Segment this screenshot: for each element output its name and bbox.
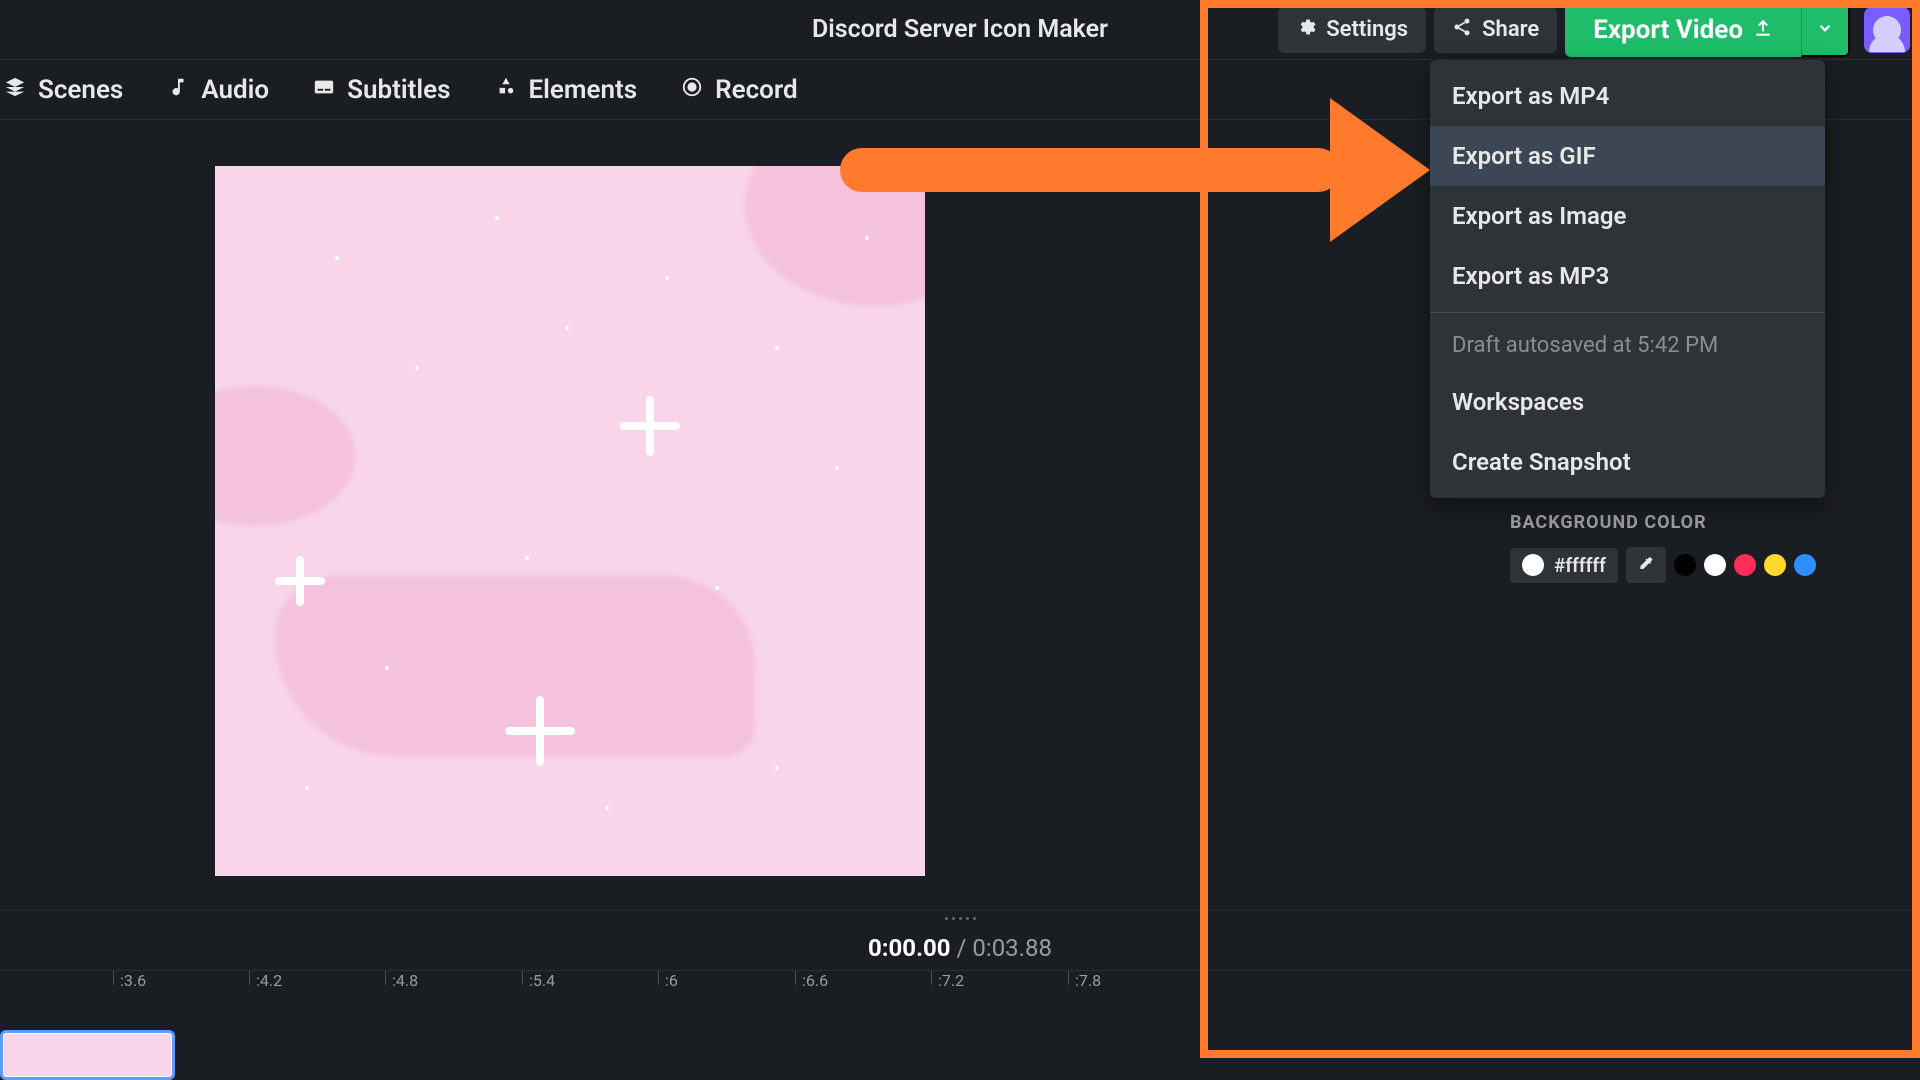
color-hex-value: #ffffff bbox=[1554, 554, 1606, 577]
tab-record-label: Record bbox=[715, 75, 798, 105]
record-icon bbox=[681, 75, 703, 105]
subtitles-icon bbox=[313, 75, 335, 105]
bg-color-controls: #ffffff bbox=[1510, 547, 1860, 583]
current-time: 0:00.00 bbox=[868, 934, 951, 962]
ruler-tick: :7.2 bbox=[931, 971, 964, 985]
export-dropdown-toggle[interactable] bbox=[1801, 3, 1850, 57]
autosave-status: Draft autosaved at 5:42 PM bbox=[1430, 319, 1825, 372]
tab-audio[interactable]: Audio bbox=[167, 75, 269, 105]
avatar-icon bbox=[1873, 16, 1901, 44]
tab-record[interactable]: Record bbox=[681, 75, 798, 105]
user-avatar[interactable] bbox=[1864, 7, 1910, 53]
video-preview[interactable] bbox=[215, 166, 925, 876]
tab-scenes[interactable]: Scenes bbox=[4, 75, 123, 105]
export-icon bbox=[1753, 15, 1773, 45]
eyedropper-button[interactable] bbox=[1626, 547, 1666, 583]
tab-elements-label: Elements bbox=[529, 75, 638, 105]
ruler-tick: :6 bbox=[658, 971, 678, 985]
top-bar: Discord Server Icon Maker Settings Share… bbox=[0, 0, 1920, 60]
color-swatch-red[interactable] bbox=[1734, 554, 1756, 576]
tab-scenes-label: Scenes bbox=[38, 75, 123, 105]
export-video-label: Export Video bbox=[1593, 15, 1743, 45]
current-color-swatch bbox=[1522, 554, 1544, 576]
bg-color-label: BACKGROUND COLOR bbox=[1510, 512, 1860, 533]
tab-elements[interactable]: Elements bbox=[495, 75, 638, 105]
export-mp3-item[interactable]: Export as MP3 bbox=[1430, 246, 1825, 306]
annotation-arrow bbox=[840, 118, 1430, 198]
time-ruler[interactable]: :3.6 :4.2 :4.8 :5.4 :6 :6.6 :7.2 :7.8 bbox=[0, 971, 1920, 1001]
timeline-clip[interactable] bbox=[0, 1030, 175, 1080]
ruler-tick: :4.2 bbox=[249, 971, 282, 985]
share-label: Share bbox=[1482, 17, 1539, 42]
share-icon bbox=[1452, 17, 1472, 43]
export-mp4-item[interactable]: Export as MP4 bbox=[1430, 66, 1825, 126]
tab-subtitles[interactable]: Subtitles bbox=[313, 75, 450, 105]
settings-label: Settings bbox=[1326, 17, 1408, 42]
share-button[interactable]: Share bbox=[1434, 7, 1557, 53]
time-display: 0:00.00 / 0:03.88 bbox=[0, 926, 1920, 971]
shapes-icon bbox=[495, 75, 517, 105]
top-right-controls: Settings Share Export Video bbox=[1278, 3, 1910, 57]
ruler-tick: :7.8 bbox=[1068, 971, 1101, 985]
ruler-tick: :4.8 bbox=[385, 971, 418, 985]
workspaces-item[interactable]: Workspaces bbox=[1430, 372, 1825, 432]
color-swatch-yellow[interactable] bbox=[1764, 554, 1786, 576]
export-dropdown-menu: Export as MP4 Export as GIF Export as Im… bbox=[1430, 60, 1825, 498]
timeline-panel: 0:00.00 / 0:03.88 :3.6 :4.2 :4.8 :5.4 :6… bbox=[0, 910, 1920, 1080]
export-video-button[interactable]: Export Video bbox=[1565, 3, 1801, 57]
color-input[interactable]: #ffffff bbox=[1510, 548, 1618, 583]
export-gif-item[interactable]: Export as GIF bbox=[1430, 126, 1825, 186]
time-separator: / bbox=[951, 934, 973, 962]
gear-icon bbox=[1296, 17, 1316, 43]
ruler-tick: :5.4 bbox=[522, 971, 555, 985]
dropdown-divider bbox=[1430, 312, 1825, 313]
color-swatch-white[interactable] bbox=[1704, 554, 1726, 576]
ruler-tick: :3.6 bbox=[113, 971, 146, 985]
tab-subtitles-label: Subtitles bbox=[347, 75, 450, 105]
export-image-item[interactable]: Export as Image bbox=[1430, 186, 1825, 246]
layers-icon bbox=[4, 75, 26, 105]
ruler-tick: :6.6 bbox=[795, 971, 828, 985]
eyedropper-icon bbox=[1638, 556, 1654, 575]
total-time: 0:03.88 bbox=[972, 934, 1052, 962]
settings-button[interactable]: Settings bbox=[1278, 7, 1426, 53]
music-note-icon bbox=[167, 75, 189, 105]
chevron-down-icon bbox=[1816, 19, 1834, 41]
tab-audio-label: Audio bbox=[201, 75, 269, 105]
create-snapshot-item[interactable]: Create Snapshot bbox=[1430, 432, 1825, 492]
timeline-grabber[interactable] bbox=[0, 911, 1920, 926]
project-title: Discord Server Icon Maker bbox=[812, 15, 1108, 44]
color-swatch-black[interactable] bbox=[1674, 554, 1696, 576]
background-color-panel: BACKGROUND COLOR #ffffff bbox=[1510, 512, 1860, 583]
color-swatch-blue[interactable] bbox=[1794, 554, 1816, 576]
